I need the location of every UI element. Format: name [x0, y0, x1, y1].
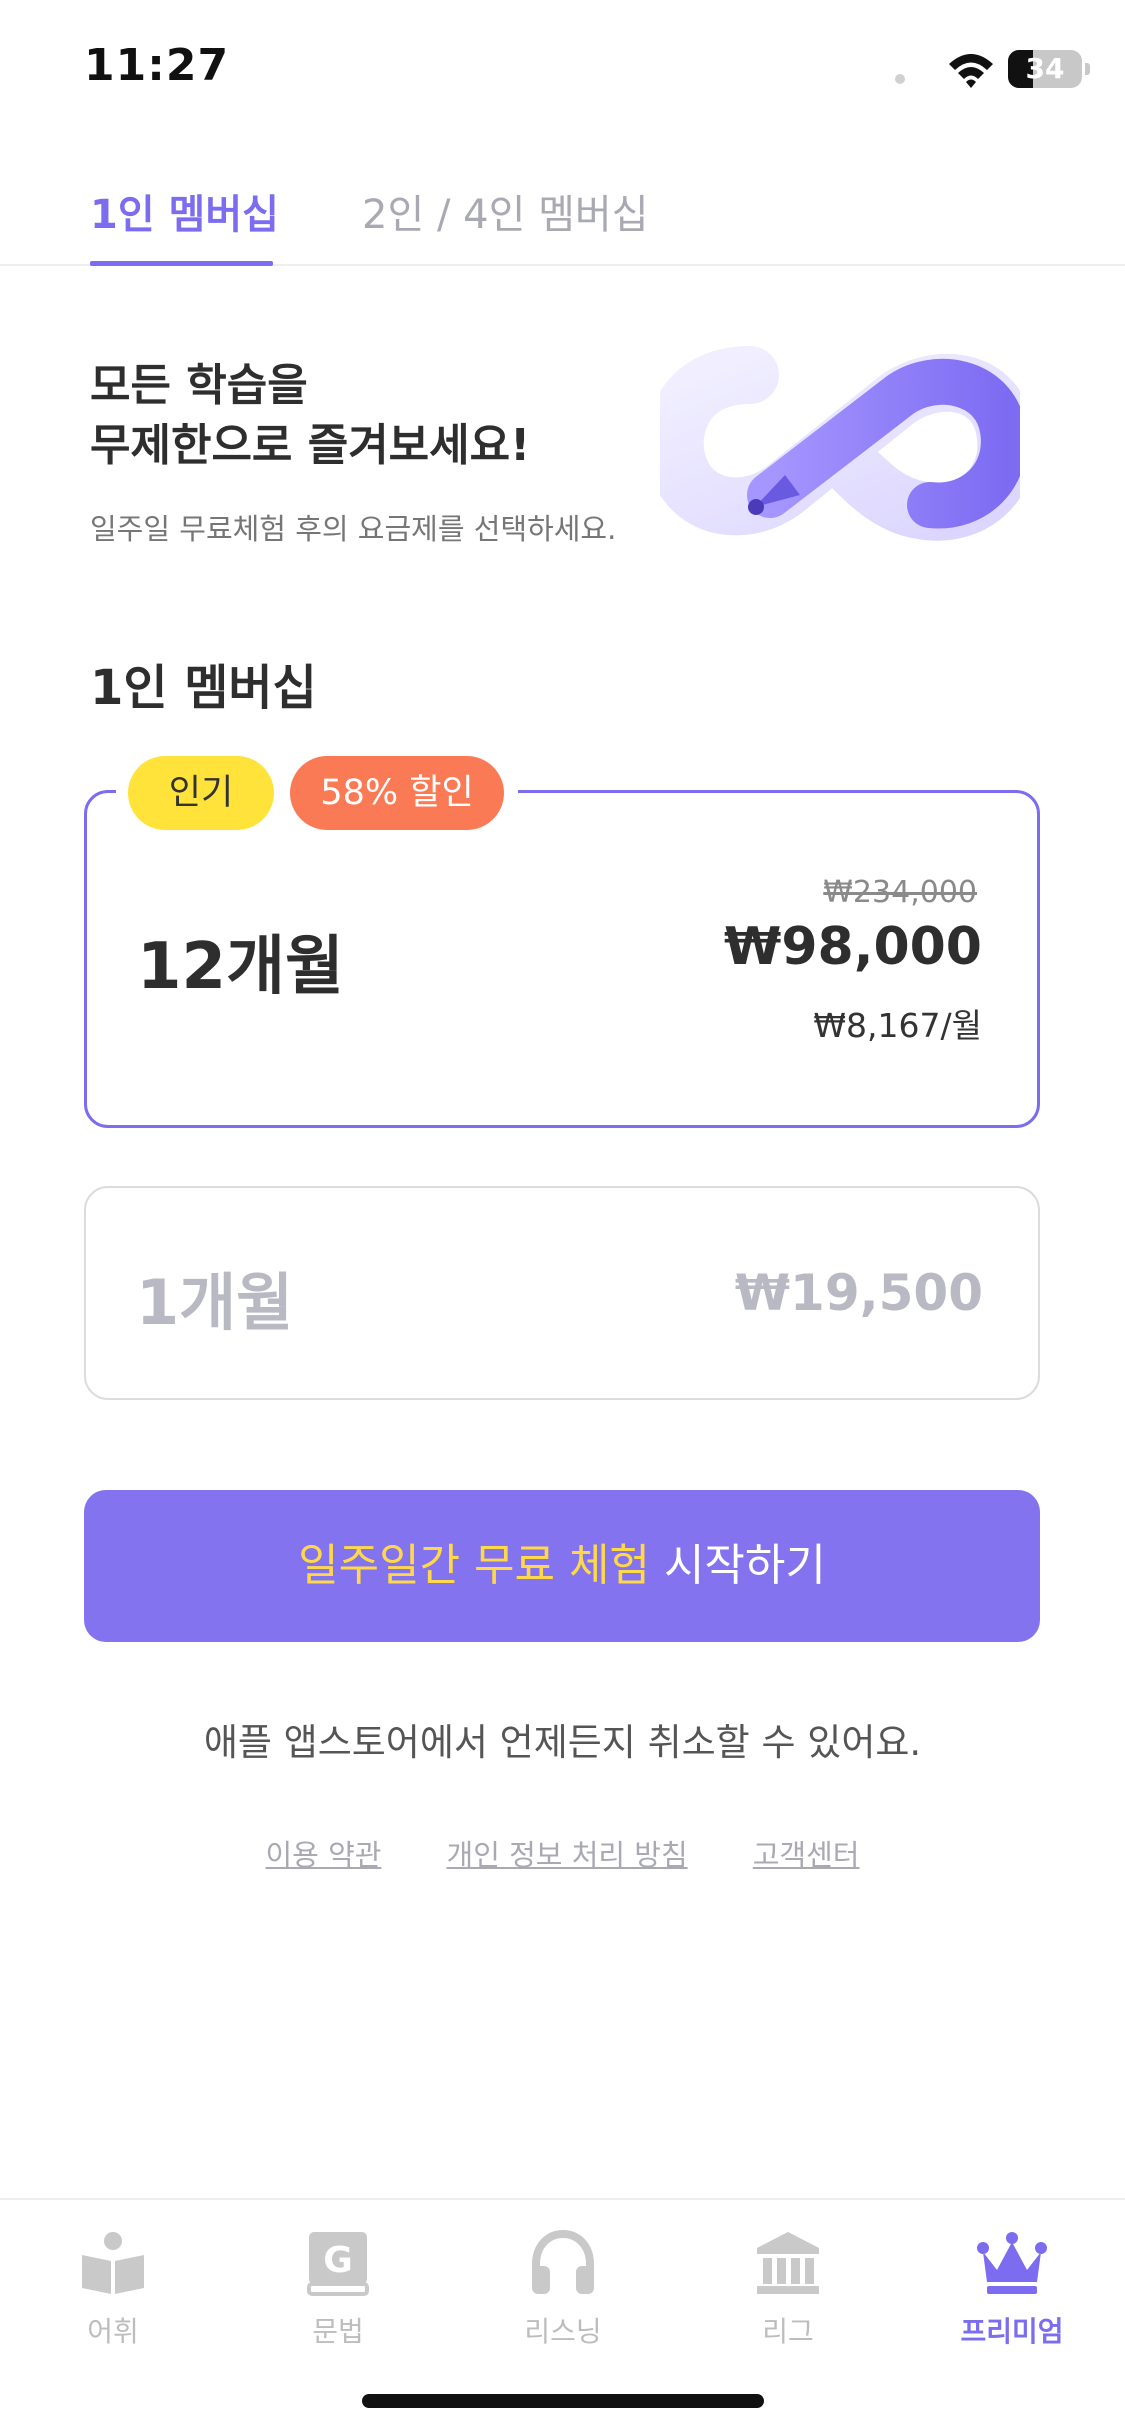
popular-badge: 인기 — [128, 756, 274, 830]
battery-level: 34 — [1025, 52, 1065, 85]
plan-name: 12개월 — [137, 930, 344, 1004]
status-dot-icon — [895, 74, 905, 84]
crown-icon — [977, 2232, 1047, 2294]
premium-page: 11:27 34 1인 멤버십 2인 / 4인 멤버십 모든 학습을 무제한으로… — [0, 0, 1125, 2436]
tab-single-membership[interactable]: 1인 멤버십 — [90, 182, 279, 240]
hero-subtitle: 일주일 무료체험 후의 요금제를 선택하세요. — [90, 512, 617, 546]
svg-text:G: G — [323, 2240, 353, 2281]
nav-item-grammar[interactable]: G 문법 — [263, 2228, 413, 2350]
infinity-pencil-icon — [660, 346, 1020, 541]
cancel-note: 애플 앱스토어에서 언제든지 취소할 수 있어요. — [203, 1721, 922, 1764]
nav-label-listening: 리스닝 — [524, 2315, 602, 2348]
nav-item-league[interactable]: 리그 — [713, 2228, 863, 2350]
original-price: ₩234,000 — [823, 875, 977, 910]
nav-item-listening[interactable]: 리스닝 — [488, 2228, 638, 2350]
nav-label-premium: 프리미엄 — [960, 2315, 1064, 2348]
footer-links: 이용 약관 개인 정보 처리 방침 고객센터 — [0, 1832, 1125, 1874]
home-indicator — [362, 2394, 764, 2408]
cta-highlight-text: 일주일간 무료 체험 — [298, 1540, 650, 1591]
discount-badge: 58% 할인 — [290, 756, 504, 830]
start-free-trial-button[interactable]: 일주일간 무료 체험 시작하기 — [84, 1490, 1040, 1642]
battery-icon: 34 — [1008, 50, 1090, 88]
customer-center-link[interactable]: 고객센터 — [753, 1832, 860, 1874]
plan-name: 1개월 — [136, 1266, 294, 1339]
nav-item-vocabulary[interactable]: 어휘 — [38, 2228, 188, 2350]
active-tab-indicator — [90, 261, 273, 266]
plan-card-1-month[interactable]: 1개월 ₩19,500 — [84, 1186, 1040, 1400]
privacy-policy-link[interactable]: 개인 정보 처리 방침 — [447, 1832, 688, 1874]
grammar-book-icon: G — [307, 2232, 369, 2296]
building-icon — [757, 2232, 819, 2294]
book-icon — [82, 2232, 144, 2294]
nav-label-grammar: 문법 — [312, 2315, 364, 2348]
status-time: 11:27 — [84, 40, 230, 91]
terms-link[interactable]: 이용 약관 — [266, 1832, 382, 1874]
headphones-icon — [532, 2229, 594, 2294]
status-bar: 11:27 34 — [0, 0, 1125, 140]
membership-tabs: 1인 멤버십 2인 / 4인 멤버십 — [0, 160, 1125, 266]
wifi-icon — [949, 54, 993, 88]
hero-title: 모든 학습을 무제한으로 즐겨보세요! — [90, 356, 650, 476]
nav-label-league: 리그 — [762, 2315, 814, 2348]
nav-label-vocabulary: 어휘 — [87, 2315, 139, 2348]
nav-item-premium[interactable]: 프리미엄 — [937, 2228, 1087, 2350]
plan-badges: 인기 58% 할인 — [116, 756, 518, 832]
section-title: 1인 멤버십 — [90, 660, 317, 716]
cta-rest-text: 시작하기 — [649, 1540, 826, 1591]
plan-price: ₩19,500 — [734, 1264, 983, 1322]
hero-title-line-1: 모든 학습을 — [90, 360, 308, 411]
plan-price: ₩98,000 — [723, 917, 982, 977]
hero-title-line-2: 무제한으로 즐겨보세요! — [90, 420, 531, 471]
monthly-price: ₩8,167/월 — [813, 1006, 982, 1045]
plan-card-12-month[interactable]: 12개월 ₩234,000 ₩98,000 ₩8,167/월 — [84, 790, 1040, 1128]
tab-group-membership[interactable]: 2인 / 4인 멤버십 — [362, 182, 649, 240]
